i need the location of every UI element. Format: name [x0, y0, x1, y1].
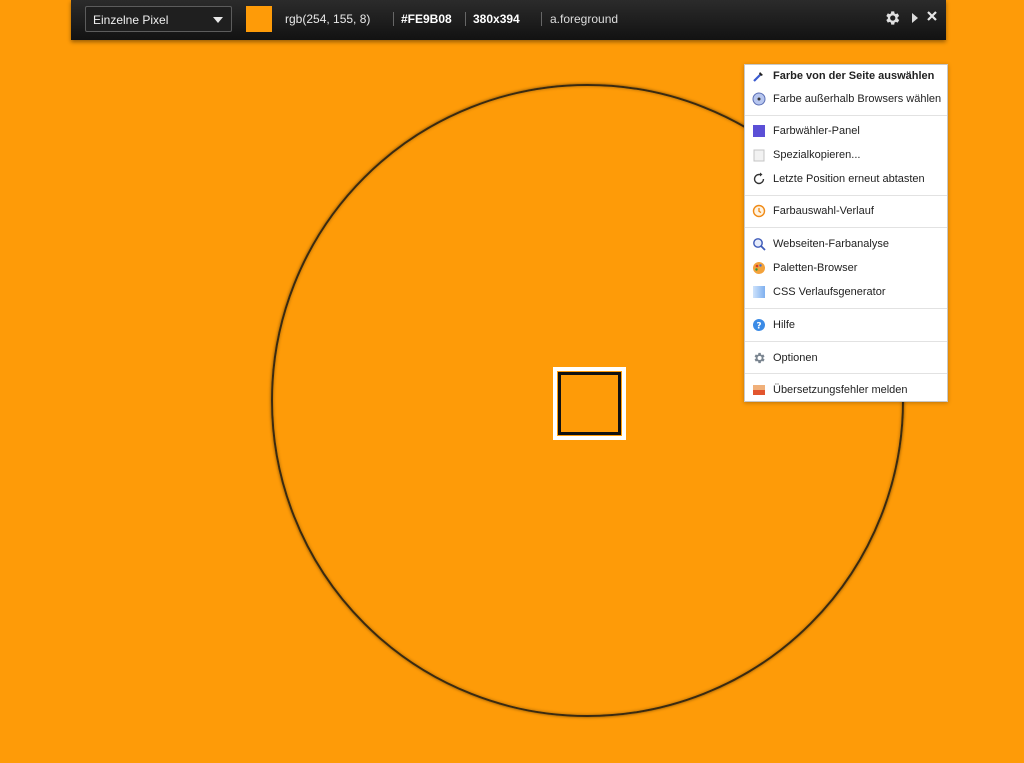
- history-clock-icon: [752, 204, 766, 218]
- menu-separator: [745, 373, 947, 374]
- menu-item-label: Farbwähler-Panel: [773, 125, 860, 137]
- menu-item-label: Farbe von der Seite auswählen: [773, 70, 935, 82]
- menu-separator: [745, 195, 947, 196]
- gradient-icon: [752, 285, 766, 299]
- menu-separator: [745, 115, 947, 116]
- menu-separator: [745, 227, 947, 228]
- magnifier-icon: [752, 237, 766, 251]
- menu-item-label: Farbe außerhalb Browsers wählen: [773, 93, 942, 105]
- menu-item-gradient[interactable]: CSS Verlaufsgenerator: [745, 282, 947, 302]
- gear-icon: [752, 351, 766, 365]
- color-square-icon: [752, 124, 766, 138]
- refresh-icon: [752, 172, 766, 186]
- menu-item-label: Optionen: [773, 352, 818, 364]
- menu-item-palettes[interactable]: Paletten-Browser: [745, 258, 947, 278]
- eyedropper-icon: [752, 69, 766, 83]
- hex-value[interactable]: #FE9B08: [401, 12, 452, 26]
- element-selector: a.foreground: [550, 12, 619, 26]
- divider: [541, 12, 542, 26]
- mode-select[interactable]: Einzelne Pixel: [85, 6, 232, 32]
- chevron-down-icon: [213, 17, 223, 23]
- gear-icon[interactable]: [883, 9, 901, 30]
- menu-item-panel[interactable]: Farbwähler-Panel: [745, 121, 947, 141]
- close-icon[interactable]: [926, 10, 938, 25]
- help-icon: ?: [752, 318, 766, 332]
- menu-item-analysis[interactable]: Webseiten-Farbanalyse: [745, 234, 947, 254]
- play-icon[interactable]: [912, 13, 918, 23]
- menu-item-options[interactable]: Optionen: [745, 348, 947, 368]
- svg-text:?: ?: [756, 322, 761, 332]
- color-swatch[interactable]: [246, 6, 272, 32]
- menu-separator: [745, 308, 947, 309]
- translate-flag-icon: [752, 383, 766, 397]
- menu-item-label: Hilfe: [773, 319, 796, 331]
- divider: [465, 12, 466, 26]
- color-picker-toolbar: Einzelne Pixel rgb(254, 155, 8) #FE9B08 …: [71, 0, 946, 40]
- pixel-selection-box: [553, 367, 626, 440]
- menu-item-label: Webseiten-Farbanalyse: [773, 238, 889, 250]
- menu-item-special-copy[interactable]: Spezialkopieren...: [745, 145, 947, 165]
- menu-item-help[interactable]: ? Hilfe: [745, 315, 947, 335]
- menu-item-label: Paletten-Browser: [773, 262, 858, 274]
- menu-item-pick-from-page[interactable]: Farbe von der Seite auswählen: [745, 66, 947, 86]
- rgb-value[interactable]: rgb(254, 155, 8): [285, 12, 370, 26]
- menu-item-label: Übersetzungsfehler melden: [773, 384, 908, 396]
- menu-item-pick-outside[interactable]: Farbe außerhalb Browsers wählen: [745, 89, 947, 109]
- disc-icon: [752, 92, 766, 106]
- menu-item-history[interactable]: Farbauswahl-Verlauf: [745, 201, 947, 221]
- menu-item-report-translation[interactable]: Übersetzungsfehler melden: [745, 380, 947, 400]
- mode-select-label: Einzelne Pixel: [93, 13, 169, 27]
- options-menu: Farbe von der Seite auswählen Farbe auße…: [744, 64, 948, 402]
- menu-item-resample[interactable]: Letzte Position erneut abtasten: [745, 169, 947, 189]
- menu-item-label: Letzte Position erneut abtasten: [773, 173, 925, 185]
- divider: [393, 12, 394, 26]
- menu-item-label: CSS Verlaufsgenerator: [773, 286, 886, 298]
- pixel-selection-inner: [558, 372, 621, 435]
- palette-icon: [752, 261, 766, 275]
- cursor-position: 380x394: [473, 12, 520, 26]
- menu-separator: [745, 341, 947, 342]
- menu-item-label: Spezialkopieren...: [773, 149, 861, 161]
- menu-item-label: Farbauswahl-Verlauf: [773, 205, 874, 217]
- copy-icon: [752, 148, 766, 162]
